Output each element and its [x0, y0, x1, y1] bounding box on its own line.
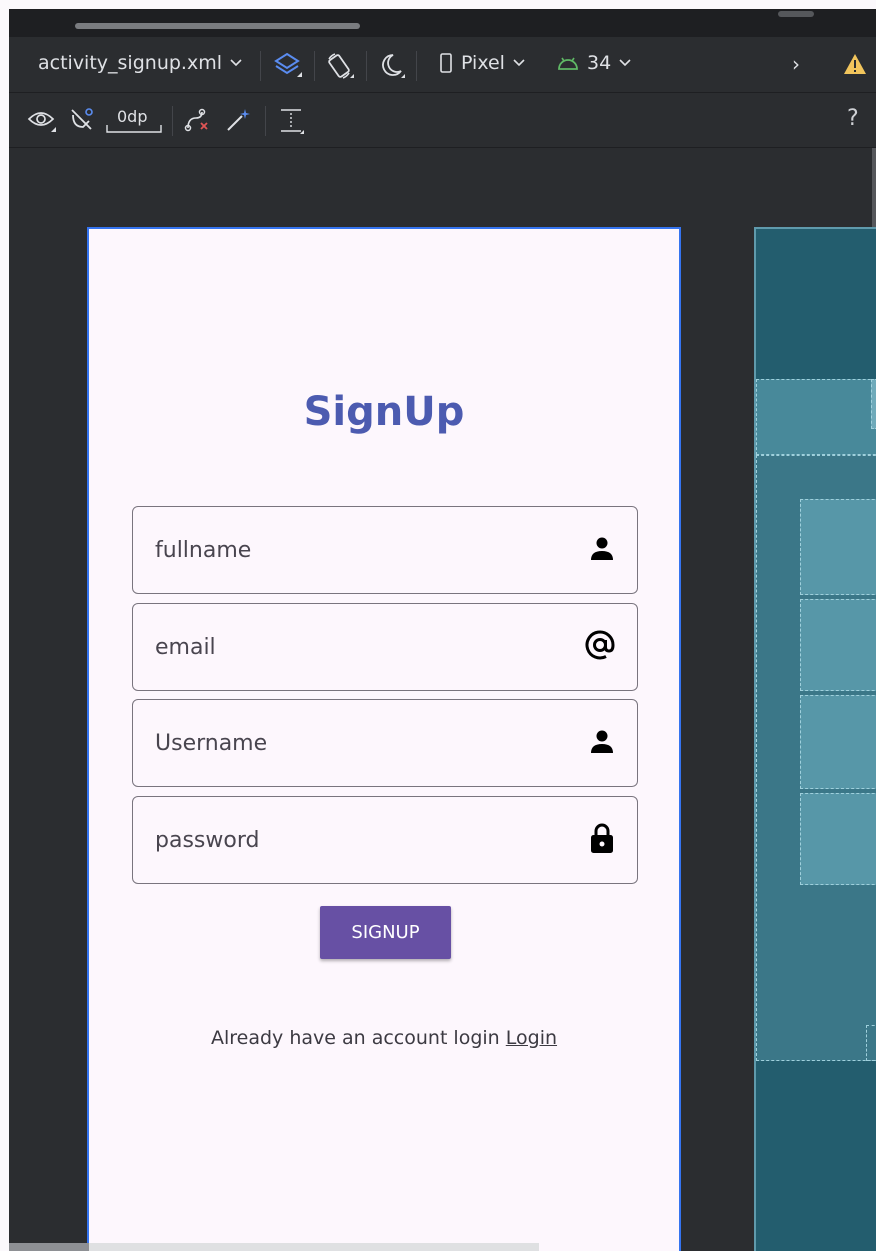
username-field[interactable]: Username — [132, 699, 638, 787]
design-toolbar: activity_signup.xml Pixel 34 › — [9, 37, 876, 93]
password-placeholder: password — [155, 827, 260, 853]
blueprint-title-box — [756, 379, 876, 455]
email-placeholder: email — [155, 634, 216, 660]
blueprint-surface[interactable] — [754, 227, 876, 1251]
margin-value: 0dp — [117, 107, 148, 126]
login-link[interactable]: Login — [506, 1027, 557, 1049]
lock-icon — [589, 822, 615, 858]
night-mode-icon[interactable] — [377, 51, 407, 81]
blueprint-field-2 — [800, 599, 876, 691]
fullname-field[interactable]: fullname — [132, 506, 638, 594]
device-icon — [439, 53, 453, 73]
tab-strip — [9, 9, 876, 37]
person-icon — [589, 535, 615, 565]
at-icon — [585, 630, 615, 664]
overflow-chevron-icon[interactable]: › — [792, 52, 800, 76]
blueprint-field-4 — [800, 793, 876, 885]
android-icon — [557, 55, 579, 71]
blueprint-title-marker — [871, 379, 876, 429]
chevron-down-icon — [230, 59, 242, 67]
help-button[interactable]: ? — [847, 106, 859, 131]
chevron-down-icon — [619, 59, 631, 67]
magnet-off-icon[interactable] — [69, 107, 95, 133]
blueprint-field-1 — [800, 499, 876, 595]
device-selector[interactable]: Pixel — [439, 52, 525, 74]
orientation-icon[interactable] — [325, 51, 355, 81]
tab-scrollbar[interactable] — [75, 23, 360, 29]
api-selector[interactable]: 34 — [557, 52, 631, 74]
login-prompt-text: Already have an account login — [210, 1027, 506, 1049]
api-level: 34 — [587, 52, 612, 74]
horizontal-scrollbar-thumb[interactable] — [9, 1243, 89, 1251]
username-placeholder: Username — [155, 730, 268, 756]
design-surface[interactable]: SignUp fullname email Username password … — [87, 227, 681, 1251]
blueprint-field-3 — [800, 695, 876, 789]
file-selector[interactable]: activity_signup.xml — [38, 52, 242, 74]
tab-scrollbar-secondary[interactable] — [778, 11, 814, 17]
blueprint-footer-box — [866, 1025, 876, 1061]
device-name: Pixel — [461, 52, 505, 74]
constraint-toolbar: 0dp ? — [9, 93, 876, 148]
clear-constraints-icon[interactable] — [184, 108, 210, 132]
chevron-down-icon — [513, 59, 525, 67]
signup-button[interactable]: SIGNUP — [320, 906, 451, 959]
email-field[interactable]: email — [132, 603, 638, 691]
eye-icon[interactable] — [27, 107, 57, 133]
warning-icon[interactable] — [843, 53, 867, 75]
file-name: activity_signup.xml — [38, 52, 222, 74]
guidelines-icon[interactable] — [279, 107, 305, 135]
page-title: SignUp — [303, 389, 465, 435]
default-margin[interactable]: 0dp — [105, 105, 162, 133]
layout-editor: activity_signup.xml Pixel 34 › 0dp ? Sig… — [9, 9, 876, 1251]
password-field[interactable]: password — [132, 796, 638, 884]
login-prompt: Already have an account login Login — [89, 1027, 679, 1049]
fullname-placeholder: fullname — [155, 537, 252, 563]
infer-constraints-icon[interactable] — [225, 107, 253, 133]
layers-icon[interactable] — [273, 51, 303, 81]
design-canvas[interactable]: SignUp fullname email Username password … — [9, 148, 876, 1251]
person-icon — [589, 728, 615, 758]
